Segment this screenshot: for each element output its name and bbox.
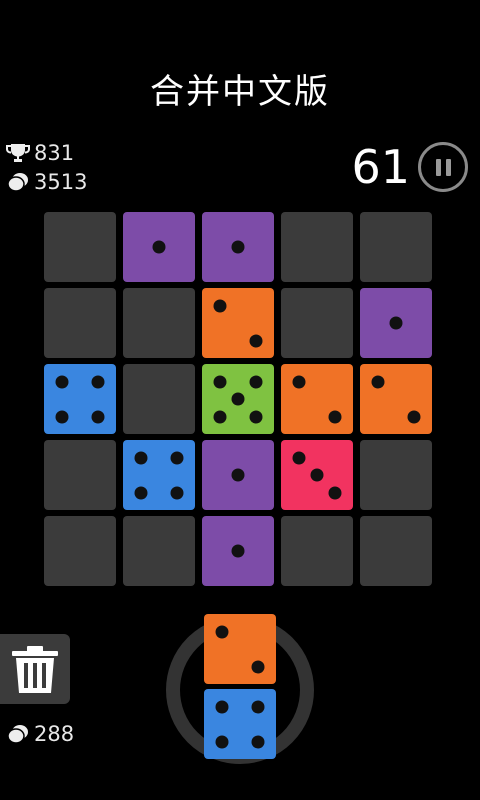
- die-pip: [251, 660, 265, 673]
- die-tile[interactable]: [202, 516, 274, 586]
- die-pip: [249, 410, 263, 423]
- bottom-coin-value: 288: [34, 722, 75, 746]
- die-pip: [170, 451, 184, 464]
- die-tile[interactable]: [123, 440, 195, 510]
- die-pip: [310, 468, 324, 482]
- empty-cell[interactable]: [281, 212, 353, 282]
- empty-cell[interactable]: [360, 440, 432, 510]
- empty-cell[interactable]: [360, 516, 432, 586]
- die-pip: [251, 700, 265, 713]
- die-tile[interactable]: [202, 212, 274, 282]
- die-tile[interactable]: [202, 364, 274, 434]
- die-pip: [213, 299, 227, 312]
- empty-cell[interactable]: [44, 212, 116, 282]
- die-tile[interactable]: [360, 364, 432, 434]
- die-pip: [249, 334, 263, 347]
- die-pip: [91, 375, 105, 388]
- die-tile[interactable]: [202, 440, 274, 510]
- die-pip: [215, 735, 229, 748]
- empty-cell[interactable]: [44, 288, 116, 358]
- die-pip: [134, 451, 148, 464]
- coin-icon: [6, 723, 30, 745]
- die-pip: [231, 240, 245, 254]
- die-pip: [231, 544, 245, 558]
- die-pip: [215, 625, 229, 638]
- coin-icon: [6, 171, 30, 193]
- empty-cell[interactable]: [44, 516, 116, 586]
- coin-count-value: 3513: [34, 170, 88, 194]
- game-title: 合并中文版: [150, 72, 330, 112]
- trophy-icon: [6, 142, 30, 164]
- pause-button[interactable]: [418, 142, 468, 192]
- die-pip: [389, 316, 403, 330]
- empty-cell[interactable]: [281, 288, 353, 358]
- empty-cell[interactable]: [123, 516, 195, 586]
- die-tile[interactable]: [123, 212, 195, 282]
- die-pip: [213, 375, 227, 388]
- empty-cell[interactable]: [123, 288, 195, 358]
- die-pip: [231, 468, 245, 482]
- next-piece-die[interactable]: [204, 689, 276, 759]
- die-tile[interactable]: [202, 288, 274, 358]
- die-pip: [231, 392, 245, 406]
- die-pip: [251, 735, 265, 748]
- die-tile[interactable]: [360, 288, 432, 358]
- die-pip: [328, 486, 342, 499]
- die-pip: [249, 375, 263, 388]
- die-pip: [407, 410, 421, 423]
- best-score: 831: [6, 141, 74, 165]
- die-pip: [328, 410, 342, 423]
- trash-button[interactable]: [0, 634, 70, 704]
- die-pip: [55, 410, 69, 423]
- die-pip: [292, 375, 306, 388]
- empty-cell[interactable]: [360, 212, 432, 282]
- die-pip: [55, 375, 69, 388]
- die-pip: [134, 486, 148, 499]
- empty-cell[interactable]: [44, 440, 116, 510]
- next-piece-die[interactable]: [204, 614, 276, 684]
- die-tile[interactable]: [281, 440, 353, 510]
- die-pip: [292, 451, 306, 464]
- die-tile[interactable]: [281, 364, 353, 434]
- trash-icon: [0, 646, 70, 708]
- die-tile[interactable]: [44, 364, 116, 434]
- die-pip: [170, 486, 184, 499]
- game-board[interactable]: [44, 212, 432, 586]
- die-pip: [215, 700, 229, 713]
- bottom-coin-count: 288: [6, 722, 74, 746]
- empty-cell[interactable]: [281, 516, 353, 586]
- die-pip: [213, 410, 227, 423]
- coin-count: 3513: [6, 170, 87, 194]
- pause-icon: [436, 159, 441, 176]
- empty-cell[interactable]: [123, 364, 195, 434]
- die-pip: [371, 375, 385, 388]
- die-pip: [152, 240, 166, 254]
- die-pip: [91, 410, 105, 423]
- current-score: 61: [351, 140, 410, 194]
- best-score-value: 831: [34, 141, 75, 165]
